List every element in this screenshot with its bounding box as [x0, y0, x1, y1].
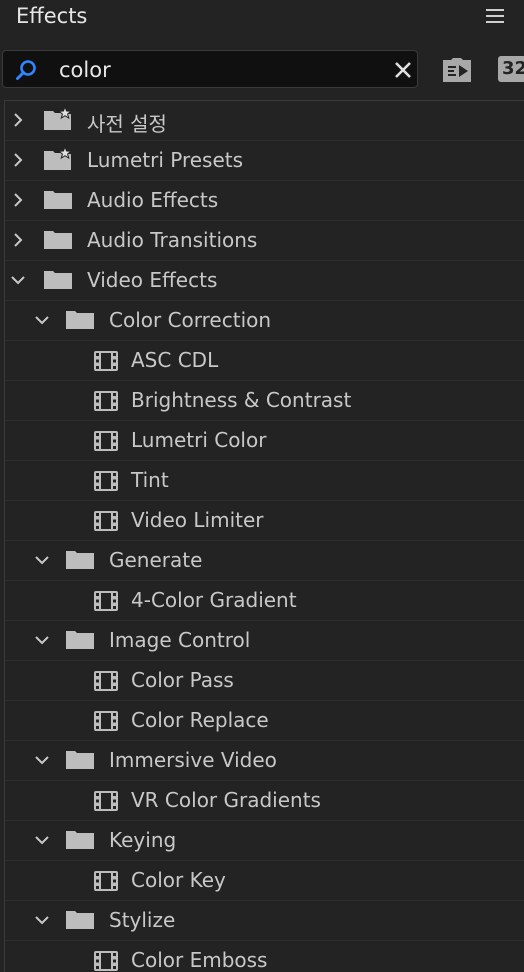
effect-item[interactable]: Color Pass: [5, 661, 524, 701]
effect-icon: [94, 591, 118, 611]
chevron-down-icon[interactable]: [35, 633, 49, 647]
preset-folder-star-icon: [44, 147, 73, 170]
folder-icon: [44, 191, 72, 209]
tree-item-label: Generate: [109, 548, 203, 572]
tree-item-audio-effects[interactable]: Audio Effects: [5, 181, 524, 221]
chevron-right-icon[interactable]: [11, 233, 25, 247]
effect-label: Lumetri Color: [131, 428, 267, 452]
effect-item[interactable]: Lumetri Color: [5, 421, 524, 461]
effect-label: VR Color Gradients: [131, 788, 321, 812]
chevron-down-icon[interactable]: [35, 753, 49, 767]
folder-icon: [66, 831, 94, 849]
tree-item-label: Audio Transitions: [87, 228, 258, 252]
preset-folder-star-icon: [44, 107, 73, 130]
effect-icon: [94, 391, 118, 411]
tree-item-color-correction[interactable]: Color Correction: [5, 301, 524, 341]
effect-item[interactable]: Brightness & Contrast: [5, 381, 524, 421]
tree-item-video-effects[interactable]: Video Effects: [5, 261, 524, 301]
effect-label: Video Limiter: [131, 508, 264, 532]
effects-tree: 사전 설정 Lumetri Presets Audio Effects Audi…: [4, 100, 524, 972]
tree-item-lumetri-presets[interactable]: Lumetri Presets: [5, 141, 524, 181]
effect-item[interactable]: Color Key: [5, 861, 524, 901]
chevron-right-icon[interactable]: [11, 113, 25, 127]
effect-label: Color Replace: [131, 708, 269, 732]
effect-label: Color Pass: [131, 668, 234, 692]
tree-item-label: Immersive Video: [109, 748, 277, 772]
effect-icon: [94, 951, 118, 971]
effect-label: Tint: [131, 468, 169, 492]
tree-item-label: Video Effects: [87, 268, 218, 292]
tree-item-generate[interactable]: Generate: [5, 541, 524, 581]
effect-icon: [94, 471, 118, 491]
effect-item[interactable]: Color Replace: [5, 701, 524, 741]
search-query-text[interactable]: color: [59, 58, 111, 82]
effect-item[interactable]: Color Emboss: [5, 941, 524, 972]
chevron-down-icon[interactable]: [35, 553, 49, 567]
tree-item-label: Lumetri Presets: [87, 148, 244, 172]
chevron-down-icon[interactable]: [35, 313, 49, 327]
effect-icon: [94, 671, 118, 691]
tree-item-label: Image Control: [109, 628, 251, 652]
effect-label: ASC CDL: [131, 348, 219, 372]
folder-icon: [66, 631, 94, 649]
effect-icon: [94, 351, 118, 371]
tree-item-audio-transitions[interactable]: Audio Transitions: [5, 221, 524, 261]
tree-item-image-control[interactable]: Image Control: [5, 621, 524, 661]
tree-item-keying[interactable]: Keying: [5, 821, 524, 861]
effect-icon: [94, 711, 118, 731]
32bit-effects-filter-button[interactable]: 32: [498, 56, 524, 84]
folder-icon: [66, 311, 94, 329]
tree-item-immersive-video[interactable]: Immersive Video: [5, 741, 524, 781]
effect-icon: [94, 431, 118, 451]
search-icon: [16, 60, 36, 80]
effect-label: 4-Color Gradient: [131, 588, 297, 612]
panel-title[interactable]: Effects: [16, 4, 87, 28]
search-row: color 32: [0, 46, 524, 94]
effect-item[interactable]: Video Limiter: [5, 501, 524, 541]
effect-item[interactable]: Tint: [5, 461, 524, 501]
hamburger-menu-icon[interactable]: [486, 9, 504, 25]
tree-item-label: 사전 설정: [87, 112, 167, 136]
folder-icon: [66, 551, 94, 569]
search-input[interactable]: color: [2, 50, 418, 88]
tree-item-stylize[interactable]: Stylize: [5, 901, 524, 941]
accelerated-effects-filter-icon[interactable]: [440, 56, 474, 84]
tree-item-label: Stylize: [109, 908, 176, 932]
effect-label: Color Key: [131, 868, 226, 892]
effect-item[interactable]: 4-Color Gradient: [5, 581, 524, 621]
chevron-down-icon[interactable]: [11, 273, 25, 287]
folder-icon: [44, 231, 72, 249]
effect-icon: [94, 511, 118, 531]
chevron-right-icon[interactable]: [11, 193, 25, 207]
tree-item-label: Audio Effects: [87, 188, 219, 212]
chevron-down-icon[interactable]: [35, 913, 49, 927]
chevron-right-icon[interactable]: [11, 153, 25, 167]
folder-icon: [66, 751, 94, 769]
folder-icon: [44, 271, 72, 289]
chevron-down-icon[interactable]: [35, 833, 49, 847]
effect-label: Brightness & Contrast: [131, 388, 352, 412]
effect-label: Color Emboss: [131, 948, 268, 972]
panel-header: Effects: [0, 0, 524, 36]
effect-icon: [94, 871, 118, 891]
effect-item[interactable]: VR Color Gradients: [5, 781, 524, 821]
tree-item-label: Color Correction: [109, 308, 272, 332]
effect-item[interactable]: ASC CDL: [5, 341, 524, 381]
folder-icon: [66, 911, 94, 929]
effect-icon: [94, 791, 118, 811]
tree-item-label: Keying: [109, 828, 177, 852]
tree-item-presets[interactable]: 사전 설정: [5, 101, 524, 141]
clear-search-icon[interactable]: [393, 60, 413, 80]
